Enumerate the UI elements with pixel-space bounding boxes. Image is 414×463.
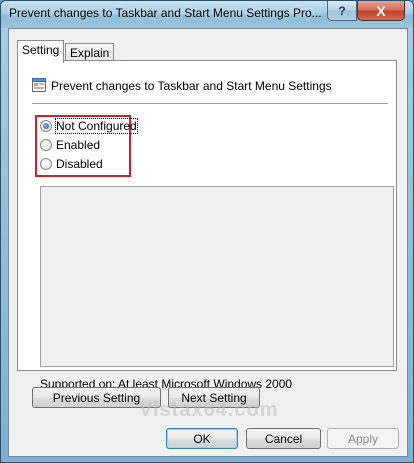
watermark: Vistax64.com [139,399,279,421]
ok-label: OK [193,431,211,446]
title-bar[interactable]: Prevent changes to Taskbar and Start Men… [1,1,413,28]
divider [32,103,388,104]
cancel-button[interactable]: Cancel [246,428,321,449]
apply-button[interactable]: Apply [327,428,399,449]
radio-unchecked-icon[interactable] [40,158,52,170]
radio-checked-icon[interactable] [40,120,52,132]
ok-button[interactable]: OK [166,428,238,449]
radio-not-configured[interactable]: Not Configured [40,118,138,134]
help-button[interactable]: ? [327,1,357,21]
dialog-client-area: Setting Explain Prevent changes to Taskb… [8,28,408,457]
radio-unchecked-icon[interactable] [40,139,52,151]
window-title: Prevent changes to Taskbar and Start Men… [9,6,322,20]
tab-explain-label: Explain [70,46,110,60]
policy-setting-icon [32,78,46,92]
apply-label: Apply [347,431,379,446]
close-icon: X [376,2,386,19]
options-area [40,186,394,367]
policy-title: Prevent changes to Taskbar and Start Men… [51,79,332,93]
tab-setting-label: Setting [22,43,60,57]
setting-panel: Prevent changes to Taskbar and Start Men… [17,60,397,391]
help-icon: ? [338,3,346,18]
radio-disabled-label: Disabled [56,157,103,171]
cancel-label: Cancel [264,431,303,446]
radio-disabled[interactable]: Disabled [40,156,103,172]
radio-enabled-label: Enabled [56,138,101,152]
radio-enabled[interactable]: Enabled [40,137,100,153]
tab-setting[interactable]: Setting [17,40,65,63]
close-button[interactable]: X [357,1,405,21]
radio-not-configured-label: Not Configured [55,118,138,134]
previous-setting-label: Previous Setting [52,390,141,405]
dialog-window: Prevent changes to Taskbar and Start Men… [0,0,414,463]
